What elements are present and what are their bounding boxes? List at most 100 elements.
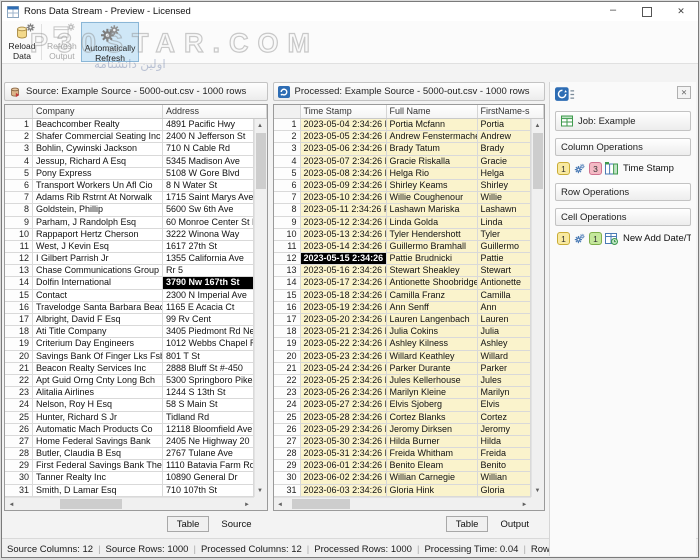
scroll-up-icon[interactable] (531, 119, 544, 132)
source-horizontal-scrollbar[interactable] (5, 497, 254, 510)
row-number[interactable]: 1 (5, 119, 33, 131)
row-number[interactable]: 7 (5, 192, 33, 204)
table-cell[interactable]: 2023-06-01 2:34:26 PM (301, 460, 387, 472)
table-cell[interactable]: Jules Kellerhouse (387, 375, 478, 387)
table-cell[interactable]: Goldstein, Phillip (33, 204, 163, 216)
table-cell[interactable]: Hunter, Richard S Jr (33, 412, 163, 424)
table-cell[interactable]: 2023-05-07 2:34:26 PM (301, 156, 387, 168)
table-cell[interactable]: First Federal Savings Bank The (33, 460, 163, 472)
close-icon[interactable] (664, 2, 698, 21)
table-cell[interactable]: Lashawn (478, 204, 531, 216)
table-cell[interactable]: Marilyn Kleine (387, 387, 478, 399)
table-cell[interactable]: Freida (478, 448, 531, 460)
row-number[interactable]: 8 (5, 204, 33, 216)
row-number[interactable]: 11 (5, 241, 33, 253)
table-cell[interactable]: Ashley (478, 338, 531, 350)
scroll-right-icon[interactable] (241, 498, 254, 511)
table-cell[interactable]: 3222 Winona Way (163, 229, 254, 241)
row-number[interactable]: 17 (274, 314, 301, 326)
table-cell[interactable]: Tyler Hendershott (387, 229, 478, 241)
scroll-up-icon[interactable] (254, 119, 267, 132)
row-number[interactable]: 18 (5, 326, 33, 338)
row-number[interactable]: 12 (5, 253, 33, 265)
table-cell[interactable]: 710 N Cable Rd (163, 143, 254, 155)
row-number[interactable]: 2 (5, 131, 33, 143)
table-cell[interactable]: Gloria (478, 485, 531, 497)
table-cell[interactable]: Willard (478, 351, 531, 363)
table-cell[interactable]: Linda Golda (387, 217, 478, 229)
minimize-icon[interactable] (596, 2, 630, 21)
table-cell[interactable]: 5345 Madison Ave (163, 156, 254, 168)
table-cell[interactable]: 99 Rv Cent (163, 314, 254, 326)
table-cell[interactable]: Parker Durante (387, 363, 478, 375)
table-cell[interactable]: 3405 Piedmont Rd Ne (163, 326, 254, 338)
row-number[interactable]: 30 (5, 472, 33, 484)
row-number[interactable]: 6 (274, 180, 301, 192)
row-number[interactable]: 27 (274, 436, 301, 448)
table-cell[interactable]: Cortez Blanks (387, 412, 478, 424)
scroll-thumb[interactable] (60, 499, 122, 509)
row-operations-header[interactable]: Row Operations (555, 183, 691, 201)
column-operation-item[interactable]: 1 3 Time Stamp (555, 162, 691, 175)
table-cell[interactable]: Brady Tatum (387, 143, 478, 155)
table-cell[interactable]: 2023-05-19 2:34:26 PM (301, 302, 387, 314)
tab-output[interactable]: Output (490, 516, 539, 532)
table-cell[interactable]: Elvis (478, 399, 531, 411)
scroll-left-icon[interactable] (274, 498, 287, 511)
table-cell[interactable]: 2023-05-11 2:34:26 PM (301, 204, 387, 216)
table-cell[interactable]: Julia Cokins (387, 326, 478, 338)
tab-table[interactable]: Table (167, 516, 210, 532)
table-cell[interactable]: 2023-05-16 2:34:26 PM (301, 265, 387, 277)
table-cell[interactable]: Albright, David F Esq (33, 314, 163, 326)
scroll-down-icon[interactable] (254, 484, 267, 497)
table-cell[interactable]: Willie (478, 192, 531, 204)
row-number[interactable]: 16 (5, 302, 33, 314)
table-cell[interactable]: 2300 N Imperial Ave (163, 290, 254, 302)
column-header-fullname[interactable]: Full Name (387, 105, 478, 118)
row-number-header[interactable] (274, 105, 301, 118)
table-cell[interactable]: Portia (478, 119, 531, 131)
table-cell[interactable]: Ann (478, 302, 531, 314)
table-cell[interactable]: 1715 Saint Marys Ave (163, 192, 254, 204)
processed-vertical-scrollbar[interactable] (531, 119, 544, 497)
table-cell[interactable]: 2023-05-31 2:34:26 PM (301, 448, 387, 460)
source-vertical-scrollbar[interactable] (254, 119, 267, 497)
table-cell[interactable]: Savings Bank Of Finger Lks Fsb (33, 351, 163, 363)
row-number[interactable]: 2 (274, 131, 301, 143)
column-header-timestamp[interactable]: Time Stamp (301, 105, 387, 118)
table-cell[interactable]: Criterium Day Engineers (33, 338, 163, 350)
table-cell[interactable]: Guillermo Bramhall (387, 241, 478, 253)
table-cell[interactable]: 801 T St (163, 351, 254, 363)
table-cell[interactable]: Adams Rib Rstrnt At Norwalk (33, 192, 163, 204)
table-cell[interactable]: 60 Monroe Center St Nw (163, 217, 254, 229)
column-header-address[interactable]: Address (163, 105, 267, 118)
table-cell[interactable]: 2023-05-29 2:34:26 PM (301, 424, 387, 436)
table-cell[interactable]: 2023-05-09 2:34:26 PM (301, 180, 387, 192)
table-cell[interactable]: 1244 S 13th St (163, 387, 254, 399)
table-cell[interactable]: 2023-05-08 2:34:26 PM (301, 168, 387, 180)
table-cell[interactable]: 2023-05-23 2:34:26 PM (301, 351, 387, 363)
table-cell[interactable]: Camilla (478, 290, 531, 302)
table-cell[interactable]: Stewart (478, 265, 531, 277)
row-number[interactable]: 15 (5, 290, 33, 302)
table-cell[interactable]: Antionette (478, 277, 531, 289)
row-number[interactable]: 23 (274, 387, 301, 399)
table-cell[interactable]: Brady (478, 143, 531, 155)
table-cell[interactable]: 2023-05-17 2:34:26 PM (301, 277, 387, 289)
table-cell[interactable]: Dolfin International (33, 277, 163, 289)
row-number[interactable]: 23 (5, 387, 33, 399)
maximize-icon[interactable] (630, 2, 664, 21)
table-cell[interactable]: 2023-05-12 2:34:26 PM (301, 217, 387, 229)
row-number[interactable]: 28 (274, 448, 301, 460)
row-number[interactable]: 18 (274, 326, 301, 338)
table-cell[interactable]: Home Federal Savings Bank (33, 436, 163, 448)
table-cell[interactable]: Shirley (478, 180, 531, 192)
table-cell[interactable]: 2023-05-18 2:34:26 PM (301, 290, 387, 302)
table-cell[interactable]: 2023-05-22 2:34:26 PM (301, 338, 387, 350)
table-cell[interactable]: Stewart Sheakley (387, 265, 478, 277)
cell-operation-item[interactable]: 1 1 New Add Date/Time (555, 232, 691, 245)
table-cell[interactable]: 2023-05-28 2:34:26 PM (301, 412, 387, 424)
table-cell[interactable]: Jeromy (478, 424, 531, 436)
row-number[interactable]: 7 (274, 192, 301, 204)
table-cell[interactable]: Hilda Burner (387, 436, 478, 448)
